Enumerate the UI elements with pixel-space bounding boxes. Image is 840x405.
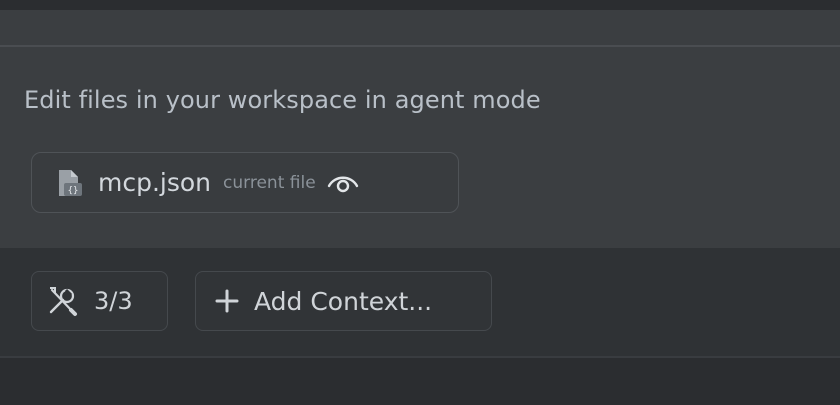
tools-icon [45,284,79,318]
tools-count: 3/3 [94,287,133,315]
chat-toolbar: 3/3 Add Context... [0,248,840,356]
context-file-chip[interactable]: {} mcp.json current file [31,152,459,213]
top-section [0,10,840,46]
plus-icon [214,288,240,314]
context-file-sublabel: current file [223,172,316,193]
prompt-hint: Edit files in your workspace in agent mo… [24,86,541,114]
top-edge [0,0,840,10]
chat-input-panel: Edit files in your workspace in agent mo… [0,0,840,405]
tools-button[interactable]: 3/3 [31,271,168,331]
add-context-label: Add Context... [254,286,433,316]
prompt-area[interactable]: Edit files in your workspace in agent mo… [0,47,840,248]
eye-icon[interactable] [326,172,360,194]
context-file-name: mcp.json [98,168,212,197]
json-file-icon: {} [54,168,84,198]
add-context-button[interactable]: Add Context... [195,271,492,331]
bottom-edge [0,358,840,405]
svg-text:{}: {} [68,186,79,196]
